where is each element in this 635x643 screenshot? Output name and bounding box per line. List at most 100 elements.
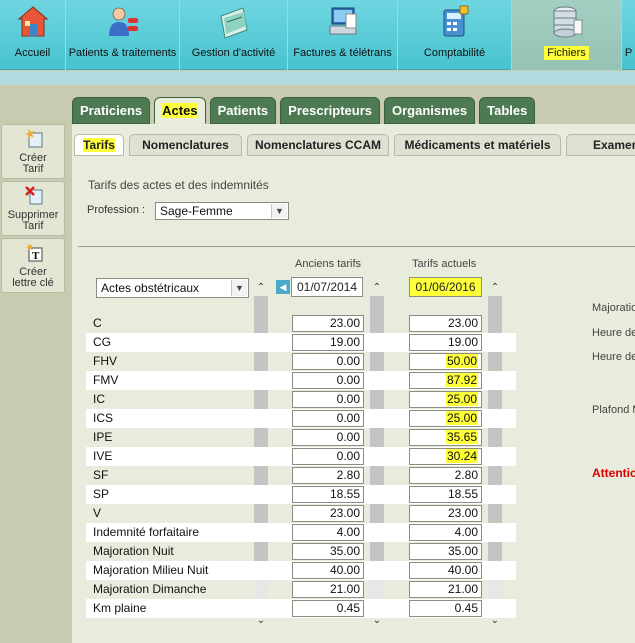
old-tariff-cell[interactable]: 4.00: [292, 524, 364, 541]
current-tariff-cell[interactable]: 25.00: [409, 391, 482, 408]
current-tariff-cell[interactable]: 18.55: [409, 486, 482, 503]
current-tariff-cell[interactable]: 2.80: [409, 467, 482, 484]
current-tariff-cell[interactable]: 23.00: [409, 505, 482, 522]
table-row: SF 2.80 2.80: [86, 466, 516, 485]
side-label: Heure de: [592, 351, 635, 363]
old-tariff-cell[interactable]: 21.00: [292, 581, 364, 598]
old-tariff-cell[interactable]: 0.45: [292, 600, 364, 617]
current-tariff-value: 25.00: [445, 411, 478, 425]
warning-label: Attentic: [592, 466, 635, 480]
create-key-letter-label: Créer lettre clé: [12, 266, 54, 289]
svg-text:T: T: [32, 250, 40, 262]
current-tariff-value: 0.45: [454, 601, 478, 615]
current-tariff-value: 4.00: [454, 525, 478, 539]
toolbar-label: Factures & télétrans: [293, 47, 392, 59]
current-tariff-cell[interactable]: 0.45: [409, 600, 482, 617]
tab-label: Praticiens: [80, 103, 143, 118]
tab-nomenclatures[interactable]: Nomenclatures: [129, 134, 242, 156]
file-tabs: Praticiens Actes Patients Prescripteurs …: [72, 97, 539, 124]
old-date-field[interactable]: 01/07/2014: [291, 277, 363, 297]
category-select[interactable]: Actes obstétricaux ▼: [96, 278, 249, 298]
old-tariff-cell[interactable]: 0.00: [292, 410, 364, 427]
table-row: CG 19.00 19.00: [86, 333, 516, 352]
previous-date-icon[interactable]: ◀: [276, 280, 290, 294]
current-date-value: 01/06/2016: [415, 280, 476, 294]
act-name: IPE: [93, 430, 113, 444]
current-date-field[interactable]: 01/06/2016: [409, 277, 482, 297]
calculator-icon: [443, 5, 468, 37]
old-tariff-cell[interactable]: 19.00: [292, 334, 364, 351]
tab-medicaments[interactable]: Médicaments et matériels: [394, 134, 561, 156]
act-name: Majoration Nuit: [93, 544, 174, 558]
side-label: Plafond M: [592, 404, 635, 416]
sub-tabs: Tarifs Nomenclatures Nomenclatures CCAM …: [74, 134, 635, 156]
toolbar-accueil[interactable]: Accueil: [0, 0, 66, 70]
tab-tarifs[interactable]: Tarifs: [74, 134, 124, 156]
current-tariff-cell[interactable]: 40.00: [409, 562, 482, 579]
old-tariff-cell[interactable]: 23.00: [292, 315, 364, 332]
act-name: Indemnité forfaitaire: [93, 525, 200, 539]
tab-patients[interactable]: Patients: [209, 97, 277, 124]
toolbar-label: Patients & traitements: [68, 47, 177, 59]
current-tariff-value: 40.00: [447, 563, 478, 577]
current-tariff-cell[interactable]: 21.00: [409, 581, 482, 598]
create-tariff-button[interactable]: Créer Tarif: [1, 124, 65, 179]
act-name: FHV: [93, 354, 117, 368]
old-tariff-cell[interactable]: 0.00: [292, 372, 364, 389]
old-tariff-cell[interactable]: 0.00: [292, 448, 364, 465]
tab-praticiens[interactable]: Praticiens: [72, 97, 151, 124]
scroll-up-icon[interactable]: ⌃: [488, 280, 502, 294]
table-row: IVE 0.00 30.24: [86, 447, 516, 466]
old-tariff-cell[interactable]: 0.00: [292, 391, 364, 408]
table-row: Majoration Dimanche 21.00 21.00: [86, 580, 516, 599]
tab-actes[interactable]: Actes: [154, 97, 206, 124]
activity-folder-icon: [219, 7, 248, 39]
scroll-up-icon[interactable]: ⌃: [254, 280, 268, 294]
toolbar-fichiers[interactable]: Fichiers: [512, 0, 622, 70]
old-tariff-cell[interactable]: 23.00: [292, 505, 364, 522]
delete-tariff-button[interactable]: Supprimer Tarif: [1, 181, 65, 236]
tab-label: Médicaments et matériels: [404, 138, 551, 152]
toolbar-partial[interactable]: P: [622, 0, 635, 70]
current-tariff-cell[interactable]: 87.92: [409, 372, 482, 389]
invoice-computer-icon: [329, 7, 356, 35]
current-tariff-cell[interactable]: 30.24: [409, 448, 482, 465]
old-tariff-cell[interactable]: 35.00: [292, 543, 364, 560]
tab-label: Nomenclatures CCAM: [254, 138, 382, 152]
old-tariff-cell[interactable]: 40.00: [292, 562, 364, 579]
scroll-up-icon[interactable]: ⌃: [370, 280, 384, 294]
chevron-down-icon: ▼: [231, 280, 247, 296]
toolbar-comptabilite[interactable]: Comptabilité: [398, 0, 512, 70]
old-tariff-cell[interactable]: 0.00: [292, 429, 364, 446]
table-row: Majoration Milieu Nuit 40.00 40.00: [86, 561, 516, 580]
old-tariff-cell[interactable]: 2.80: [292, 467, 364, 484]
old-tariff-cell[interactable]: 18.55: [292, 486, 364, 503]
tab-prescripteurs[interactable]: Prescripteurs: [280, 97, 380, 124]
toolbar-label: Fichiers: [544, 46, 589, 60]
tab-examens[interactable]: Examens: [566, 134, 635, 156]
current-tariff-cell[interactable]: 35.65: [409, 429, 482, 446]
toolbar-factures[interactable]: Factures & télétrans: [288, 0, 398, 70]
current-tariff-value: 19.00: [447, 335, 478, 349]
tab-tables[interactable]: Tables: [479, 97, 536, 124]
current-tariff-cell[interactable]: 25.00: [409, 410, 482, 427]
current-tariff-cell[interactable]: 19.00: [409, 334, 482, 351]
old-tariff-cell[interactable]: 0.00: [292, 353, 364, 370]
act-name: C: [93, 316, 102, 330]
tab-organismes[interactable]: Organismes: [383, 97, 476, 124]
current-tariff-cell[interactable]: 50.00: [409, 353, 482, 370]
current-tariff-cell[interactable]: 4.00: [409, 524, 482, 541]
delete-tariff-label: Supprimer Tarif: [7, 209, 59, 232]
tariffs-panel: Tarifs Nomenclatures Nomenclatures CCAM …: [72, 124, 635, 643]
act-name: SP: [93, 487, 110, 501]
table-row: SP 18.55 18.55: [86, 485, 516, 504]
tab-nomenclatures-ccam[interactable]: Nomenclatures CCAM: [247, 134, 389, 156]
toolbar-gestion[interactable]: Gestion d'activité: [180, 0, 288, 70]
current-tariff-cell[interactable]: 35.00: [409, 543, 482, 560]
profession-select[interactable]: Sage-Femme ▼: [155, 202, 289, 220]
current-tariff-cell[interactable]: 23.00: [409, 315, 482, 332]
current-tariff-value: 87.92: [445, 373, 478, 387]
side-label: Heure de: [592, 327, 635, 339]
toolbar-patients[interactable]: Patients & traitements: [66, 0, 180, 70]
create-key-letter-button[interactable]: T Créer lettre clé: [1, 238, 65, 293]
